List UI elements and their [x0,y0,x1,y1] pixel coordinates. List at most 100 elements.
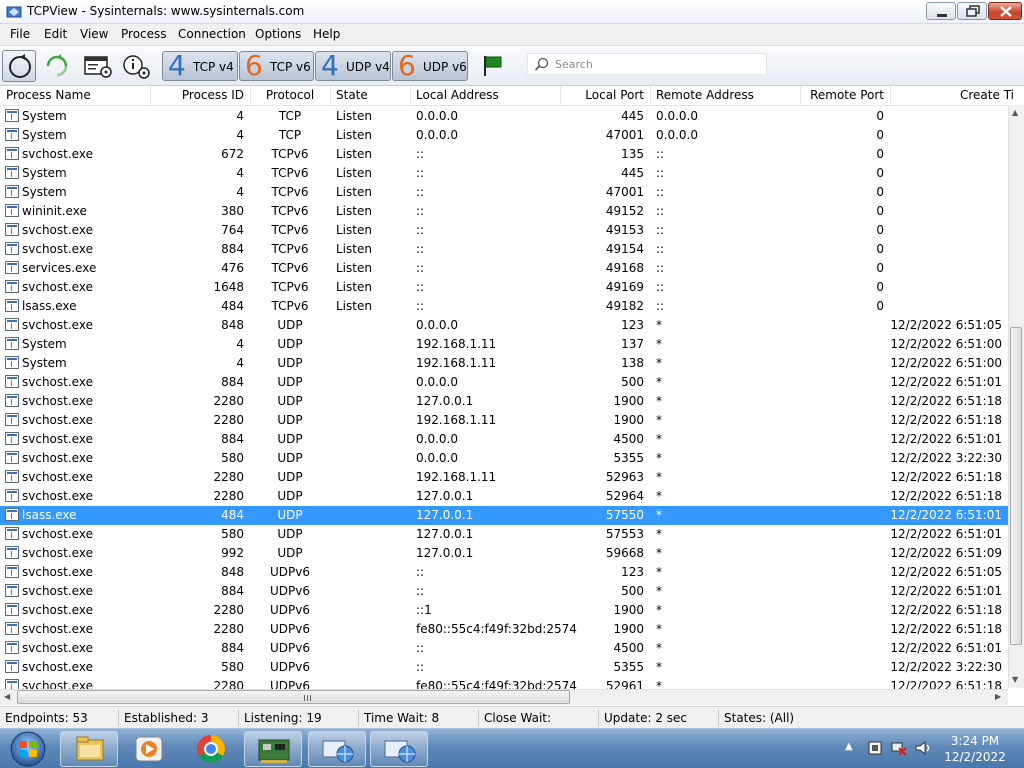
taskbar-chrome-button[interactable] [182,731,240,767]
tcpview-app-icon[interactable] [6,4,22,20]
taskbar-clock[interactable]: 3:24 PM 12/2/2022 [940,733,1010,765]
taskbar-explorer-button[interactable] [60,731,118,767]
table-row[interactable]: svchost.exe 672 TCPv6 Listen:: 135:: 0 [0,145,1008,164]
restore-button[interactable] [957,2,987,20]
col-process-name[interactable]: Process Name [6,88,91,106]
col-local-address[interactable]: Local Address [416,88,499,106]
table-row[interactable]: svchost.exe 884 UDP 0.0.0.0 500 * 12/2/2022 6:… [0,373,1008,392]
col-divider[interactable] [330,86,331,106]
table-row[interactable]: services.exe 476 TCPv6 Listen:: 49168:: 0 [0,259,1008,278]
col-protocol[interactable]: Protocol [250,88,330,106]
process-window-icon [5,527,19,540]
table-row[interactable]: svchost.exe 2280 UDP 127.0.0.1 1900 * 12/2/202… [0,392,1008,411]
taskbar-tcpview-window-button[interactable] [370,731,428,767]
start-button[interactable] [4,730,52,768]
col-remote-address[interactable]: Remote Address [656,88,754,106]
table-row[interactable]: svchost.exe 992 UDP 127.0.0.1 59668 * 12/2/202… [0,544,1008,563]
taskbar-tcpview-button[interactable] [308,731,366,767]
cell-remote-address: :: [656,147,665,161]
col-divider[interactable] [890,86,891,106]
volume-icon[interactable] [914,739,934,757]
table-row[interactable]: svchost.exe 580 UDP 127.0.0.1 57553 * 12/2/202… [0,525,1008,544]
cell-process-id: 1648 [213,280,244,294]
cell-local-port: 123 [621,318,644,332]
table-row[interactable]: svchost.exe 2280 UDPv6::1 1900 * 12/2/2022 6:… [0,601,1008,620]
minimize-button[interactable] [926,2,956,20]
cell-remote-address: :: [656,185,665,199]
vertical-scroll-thumb[interactable] [1010,327,1022,645]
taskbar-media-player-button[interactable] [120,731,178,767]
table-row[interactable]: svchost.exe 2280 UDP 192.168.1.11 1900 * 12/2/… [0,411,1008,430]
tcp-v6-toggle[interactable]: 6 TCP v6 [239,51,314,81]
options-button[interactable] [82,50,116,82]
table-row[interactable]: svchost.exe 848 UDPv6:: 123 * 12/2/2022 6:51:… [0,563,1008,582]
process-properties-button[interactable] [120,50,154,82]
cell-process-name: svchost.exe [22,223,93,237]
cell-process-name: svchost.exe [22,527,93,541]
col-divider[interactable] [410,86,411,106]
close-button[interactable] [988,2,1022,20]
tcp-v4-toggle[interactable]: 4 TCP v4 [162,51,238,81]
table-row[interactable]: System 4 TCPv6 Listen:: 445:: 0 [0,164,1008,183]
col-remote-port[interactable]: Remote Port [800,88,884,106]
table-row[interactable]: svchost.exe 848 UDP 0.0.0.0 123 * 12/2/2022 6:… [0,316,1008,335]
cell-protocol: TCPv6 [271,299,309,313]
scroll-down-arrow-icon[interactable]: ▼ [1012,675,1018,684]
cell-process-name: svchost.exe [22,546,93,560]
cell-create-time: 12/2/2022 6:51:18 [890,622,1002,636]
table-row[interactable]: svchost.exe 2280 UDPv6 fe80::55c4:f49f:32bd… [0,620,1008,639]
show-hidden-icons-icon[interactable]: ▲ [845,741,853,752]
auto-refresh-button[interactable] [40,50,74,82]
search-input[interactable]: Search [527,53,767,75]
col-process-id[interactable]: Process ID [150,88,244,106]
network-status-icon[interactable] [890,739,908,757]
menu-help[interactable]: Help [313,27,340,41]
cell-protocol: UDP [277,318,303,332]
table-row[interactable]: System 4 TCP Listen 0.0.0.0 47001 0.0.0.0 0 [0,126,1008,145]
table-row[interactable]: svchost.exe 580 UDP 0.0.0.0 5355 * 12/2/2022 3… [0,449,1008,468]
table-row[interactable]: svchost.exe 2280 UDP 192.168.1.11 52963 * 12/2… [0,468,1008,487]
table-row[interactable]: wininit.exe 380 TCPv6 Listen:: 49152:: 0 [0,202,1008,221]
udp-v6-toggle[interactable]: 6 UDP v6 [392,51,468,81]
table-row[interactable]: svchost.exe 884 UDPv6:: 4500 * 12/2/2022 6:51… [0,639,1008,658]
states-filter-button[interactable] [476,50,510,82]
table-row[interactable]: System 4 TCPv6 Listen:: 47001:: 0 [0,183,1008,202]
scroll-up-arrow-icon[interactable]: ▲ [1012,108,1018,117]
menu-edit[interactable]: Edit [44,27,67,41]
cell-local-address: 0.0.0.0 [416,451,458,465]
col-local-port[interactable]: Local Port [560,88,644,106]
info-gear-icon [123,55,150,79]
process-window-icon [5,166,19,179]
col-create-time[interactable]: Create Ti [960,88,1014,106]
process-window-icon [5,470,19,483]
horizontal-scroll-thumb[interactable] [17,690,570,704]
table-row[interactable]: lsass.exe 484 UDP 127.0.0.1 57550 * 12/2/2022 … [0,506,1008,525]
table-row[interactable]: svchost.exe 884 TCPv6 Listen:: 49154:: 0 [0,240,1008,259]
table-row[interactable]: svchost.exe 2280 UDP 127.0.0.1 52964 * 12/2/20… [0,487,1008,506]
col-state[interactable]: State [336,88,368,106]
table-row[interactable]: svchost.exe 580 UDPv6:: 5355 * 12/2/2022 3:22… [0,658,1008,677]
menu-file[interactable]: File [10,27,30,41]
table-row[interactable]: System 4 UDP 192.168.1.11 138 * 12/2/2022 6:51… [0,354,1008,373]
col-divider[interactable] [650,86,651,106]
refresh-button[interactable] [2,50,36,82]
menu-options[interactable]: Options [255,27,301,41]
menu-connection[interactable]: Connection [178,27,246,41]
process-window-icon [5,280,19,293]
table-row[interactable]: svchost.exe 764 TCPv6 Listen:: 49153:: 0 [0,221,1008,240]
table-row[interactable]: lsass.exe 484 TCPv6 Listen:: 49182:: 0 [0,297,1008,316]
action-center-icon[interactable] [866,739,884,757]
table-row[interactable]: svchost.exe 884 UDPv6:: 500 * 12/2/2022 6:51:… [0,582,1008,601]
table-row[interactable]: System 4 TCP Listen 0.0.0.0 445 0.0.0.0 0 [0,107,1008,126]
taskbar-network-monitor-button[interactable] [244,731,302,767]
menu-view[interactable]: View [80,27,108,41]
table-row[interactable]: svchost.exe 884 UDP 0.0.0.0 4500 * 12/2/2022 6… [0,430,1008,449]
udp-v4-toggle[interactable]: 4 UDP v4 [315,51,391,81]
table-row[interactable]: svchost.exe 1648 TCPv6 Listen:: 49169:: 0 [0,278,1008,297]
table-row[interactable]: System 4 UDP 192.168.1.11 137 * 12/2/2022 6:51… [0,335,1008,354]
status-time-wait: Time Wait: 8 [364,711,440,725]
cell-state: Listen [336,109,372,123]
scroll-right-arrow-icon[interactable]: ▶ [995,692,1001,701]
menu-process[interactable]: Process [121,27,167,41]
scroll-left-arrow-icon[interactable]: ◀ [4,692,10,701]
